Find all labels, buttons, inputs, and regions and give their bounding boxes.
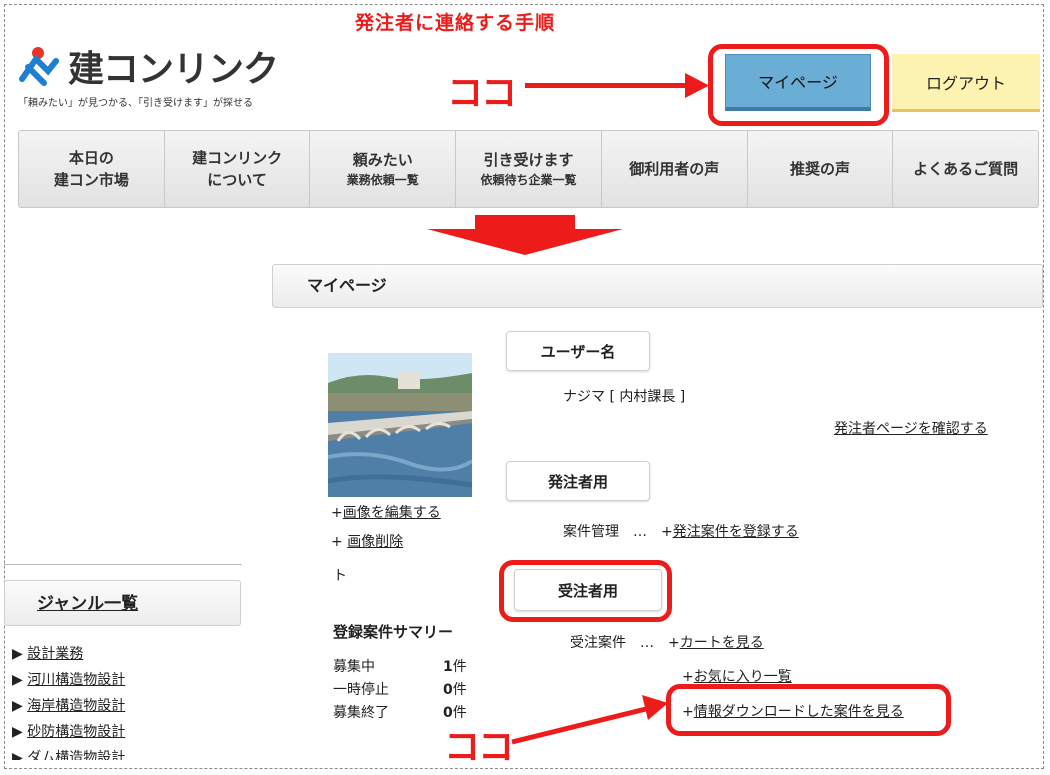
logout-button[interactable]: ログアウト [892, 54, 1040, 112]
right-arrow-icon [685, 73, 709, 98]
koko-annotation-top: ココ [447, 73, 517, 114]
profile-photo [328, 353, 472, 497]
view-cart-link[interactable]: カートを見る [680, 635, 764, 651]
mypage-title-bar: マイページ [272, 264, 1043, 308]
orderer-page-link[interactable]: 発注者ページを確認する [834, 418, 988, 438]
right-arrow-icon [525, 83, 688, 88]
nav-item-about[interactable]: 建コンリンク について [165, 131, 311, 207]
summary-title: 登録案件サマリー [333, 623, 454, 641]
right-arrow-icon [511, 695, 668, 745]
nav-item-accept[interactable]: 引き受けます 依頼待ち企業一覧 [456, 131, 602, 207]
main-nav: 本日の 建コン市場 建コンリンク について 頼みたい 業務依頼一覧 引き受けます 依頼待… [18, 130, 1039, 208]
nav-item-faq[interactable]: よくあるご質問 [893, 131, 1038, 207]
genre-item[interactable]: ▶ 設計業務 [12, 643, 83, 663]
orderer-label: 発注者用 [506, 461, 650, 501]
koko-annotation-bottom: ココ [444, 727, 514, 768]
highlight-box-contractor [499, 560, 672, 622]
genre-item[interactable]: ▶ 海岸構造物設計 [12, 695, 125, 715]
genre-item[interactable]: ▶ 砂防構造物設計 [12, 721, 125, 741]
logo-text: 建コンリンク [68, 49, 279, 90]
procedure-heading: 発注者に連絡する手順 [355, 12, 556, 34]
summary-row: 募集終了 0件 [333, 705, 467, 721]
user-name-value: ナジマ [ 内村課長 ] [563, 389, 686, 405]
down-arrow-icon [427, 215, 623, 255]
genre-list-title: ジャンル一覧 [4, 580, 241, 626]
highlight-box-mypage [708, 44, 889, 126]
user-name-label: ユーザー名 [506, 331, 650, 371]
contractor-actions: 受注案件 … +カートを見る [570, 635, 764, 651]
summary-row: 一時停止 0件 [333, 682, 467, 698]
site-logo[interactable]: 建コンリンク [18, 40, 279, 92]
orderer-actions: 案件管理 … +発注案件を登録する [563, 524, 799, 540]
register-order-link[interactable]: 発注案件を登録する [673, 524, 799, 540]
summary-row: 募集中 1件 [333, 659, 467, 675]
stray-text: ト [333, 568, 347, 584]
genre-item[interactable]: ▶ 河川構造物設計 [12, 669, 125, 689]
nav-item-user-voices[interactable]: 御利用者の声 [602, 131, 748, 207]
nav-item-market[interactable]: 本日の 建コン市場 [19, 131, 165, 207]
favorites-link[interactable]: +お気に入り一覧 [682, 666, 792, 686]
sidebar-divider [4, 564, 242, 565]
edit-image-link[interactable]: +画像を編集する [331, 502, 441, 522]
logo-mark-icon [18, 45, 60, 87]
nav-item-recommendations[interactable]: 推奨の声 [748, 131, 894, 207]
logo-tagline: 「頼みたい」が見つかる、「引き受けます」が探せる [18, 98, 253, 109]
genre-item[interactable]: ▶ ダム構造物設計 [12, 747, 125, 760]
page-frame [4, 4, 1044, 769]
delete-image-link[interactable]: + 画像削除 [331, 531, 403, 551]
highlight-box-download [666, 684, 951, 736]
nav-item-requests[interactable]: 頼みたい 業務依頼一覧 [310, 131, 457, 207]
